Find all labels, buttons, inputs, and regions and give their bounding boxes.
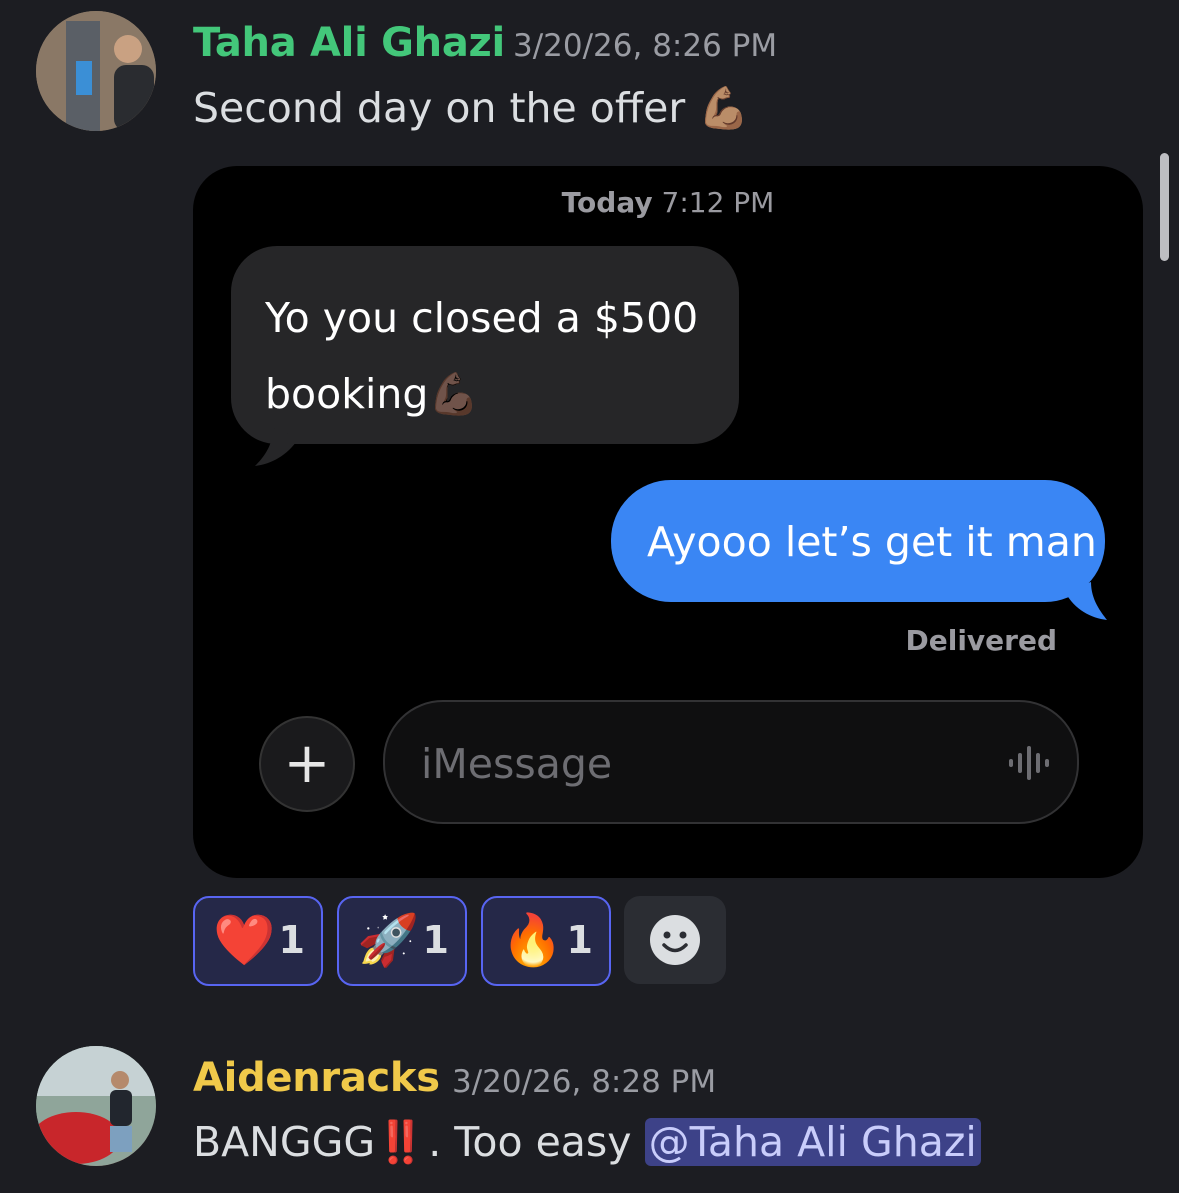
add-reaction-button[interactable] xyxy=(624,896,726,984)
reaction-fire[interactable]: 🔥 1 xyxy=(481,896,611,986)
double-exclamation-icon: ‼️ xyxy=(375,1118,426,1166)
screenshot-attachment[interactable]: Today 7:12 PM Yo you closed a $500 booki… xyxy=(193,166,1143,878)
avatar-taha[interactable] xyxy=(36,11,156,131)
outgoing-bubble-tail xyxy=(1065,582,1107,620)
username-aidenracks[interactable]: Aidenracks xyxy=(193,1055,440,1101)
reaction-count: 1 xyxy=(422,918,449,962)
incoming-bubble-text: Yo you closed a $500 booking💪🏿 xyxy=(265,280,725,432)
reaction-count: 1 xyxy=(278,918,305,962)
plus-icon: + xyxy=(283,731,331,796)
incoming-bubble: Yo you closed a $500 booking💪🏿 xyxy=(231,246,739,444)
outgoing-bubble: Ayooo let’s get it man xyxy=(611,480,1105,602)
imessage-placeholder: iMessage xyxy=(421,740,613,788)
reaction-count: 1 xyxy=(566,918,593,962)
avatar-aidenracks[interactable] xyxy=(36,1046,156,1166)
date-header-day: Today xyxy=(561,186,653,219)
avatar-photo-icon xyxy=(36,1046,156,1166)
incoming-text: Yo you closed a $500 booking xyxy=(265,294,699,418)
imessage-date-header: Today 7:12 PM xyxy=(193,186,1143,219)
scrollbar[interactable] xyxy=(1160,153,1169,261)
date-header-time: 7:12 PM xyxy=(661,186,775,219)
reaction-rocket[interactable]: 🚀 1 xyxy=(337,896,467,986)
username-taha[interactable]: Taha Ali Ghazi xyxy=(193,20,505,66)
incoming-bubble-tail xyxy=(255,428,299,466)
fire-icon: 🔥 xyxy=(501,911,564,969)
audio-waveform-icon[interactable] xyxy=(1007,746,1051,780)
add-attachment-button[interactable]: + xyxy=(259,716,355,812)
message-text-content: BANGGG xyxy=(193,1118,376,1166)
flexed-biceps-icon: 💪🏿 xyxy=(428,370,480,418)
flexed-biceps-icon: 💪🏽 xyxy=(698,84,750,132)
message-timestamp: 3/20/26, 8:26 PM xyxy=(513,28,778,64)
user-mention[interactable]: @Taha Ali Ghazi xyxy=(644,1118,981,1166)
heart-icon: ❤️ xyxy=(213,911,276,969)
delivered-status: Delivered xyxy=(905,624,1057,657)
message-text-content: . Too easy xyxy=(428,1118,645,1166)
avatar-photo-icon xyxy=(36,11,156,131)
message-text-content: Second day on the offer xyxy=(193,84,686,132)
imessage-input[interactable]: iMessage xyxy=(383,700,1079,824)
message-text: Second day on the offer 💪🏽 xyxy=(193,84,749,133)
rocket-icon: 🚀 xyxy=(357,911,420,969)
message-timestamp: 3/20/26, 8:28 PM xyxy=(452,1064,717,1100)
message-text: BANGGG‼️. Too easy @Taha Ali Ghazi xyxy=(193,1118,981,1167)
reaction-heart[interactable]: ❤️ 1 xyxy=(193,896,323,986)
smiley-icon xyxy=(650,915,700,965)
outgoing-bubble-text: Ayooo let’s get it man xyxy=(647,518,1097,566)
